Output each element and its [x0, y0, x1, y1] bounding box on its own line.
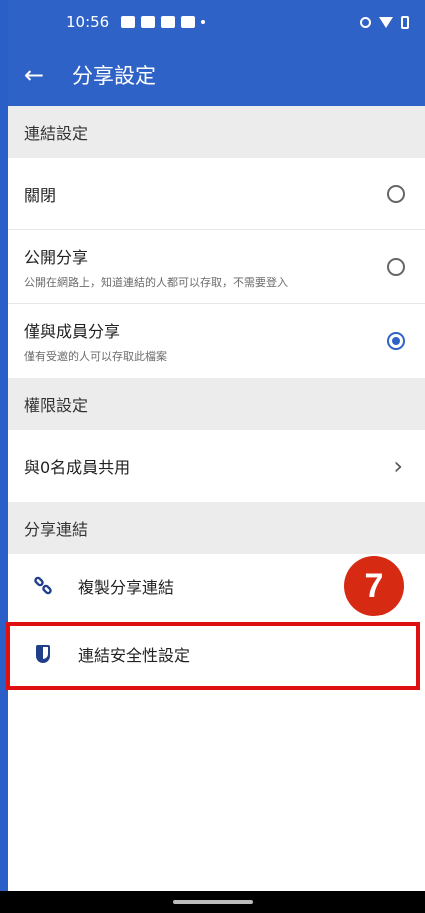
battery-icon [401, 15, 409, 29]
system-icons [360, 15, 409, 29]
section-header-link-settings: 連結設定 [8, 106, 425, 158]
shared-members-label: 與0名成員共用 [24, 458, 131, 477]
status-time: 10:56 [66, 13, 110, 31]
message-icon [121, 16, 136, 28]
data-saver-icon [360, 16, 371, 28]
section-header-share-link: 分享連結 [8, 502, 425, 554]
option-off-title: 關閉 [24, 185, 57, 205]
wifi-icon [379, 16, 393, 28]
step-badge: 7 [344, 556, 404, 616]
option-members-radio[interactable] [387, 332, 405, 350]
back-arrow-icon[interactable]: ← [24, 61, 64, 89]
notification-icons [121, 16, 206, 28]
shared-members-row[interactable]: 與0名成員共用 › [8, 430, 425, 502]
youtube-icon [181, 16, 196, 28]
app-screen: 10:56 ← 分享設定 連結設定 關閉 公開分享 公開在網路上，知道連結的人都… [8, 0, 425, 913]
option-public-radio[interactable] [387, 257, 405, 276]
option-public-description: 公開在網路上，知道連結的人都可以存取，不需要登入 [24, 275, 288, 289]
option-members-description: 僅有受邀的人可以存取此檔案 [24, 350, 167, 363]
option-members-only[interactable]: 僅與成員分享 僅有受邀的人可以存取此檔案 [8, 304, 425, 378]
app-bar: ← 分享設定 [8, 44, 425, 106]
home-gesture-handle[interactable] [172, 900, 253, 904]
more-notifications-dot-icon [201, 20, 206, 24]
section-header-permissions: 權限設定 [8, 378, 425, 430]
link-icon [26, 576, 60, 596]
navigation-bar [0, 891, 425, 913]
chevron-right-icon: › [393, 452, 403, 480]
highlight-box [6, 622, 420, 690]
page-title: 分享設定 [72, 64, 156, 88]
option-public-title: 公開分享 [24, 247, 89, 267]
option-off-radio[interactable] [387, 184, 405, 203]
status-bar: 10:56 [8, 0, 425, 44]
message-icon [161, 16, 176, 28]
option-public[interactable]: 公開分享 公開在網路上，知道連結的人都可以存取，不需要登入 [8, 230, 425, 304]
copy-share-link-label: 複製分享連結 [78, 578, 175, 597]
message-icon [141, 16, 156, 28]
window-frame [0, 0, 8, 913]
option-members-title: 僅與成員分享 [24, 322, 121, 341]
option-off[interactable]: 關閉 [8, 158, 425, 230]
